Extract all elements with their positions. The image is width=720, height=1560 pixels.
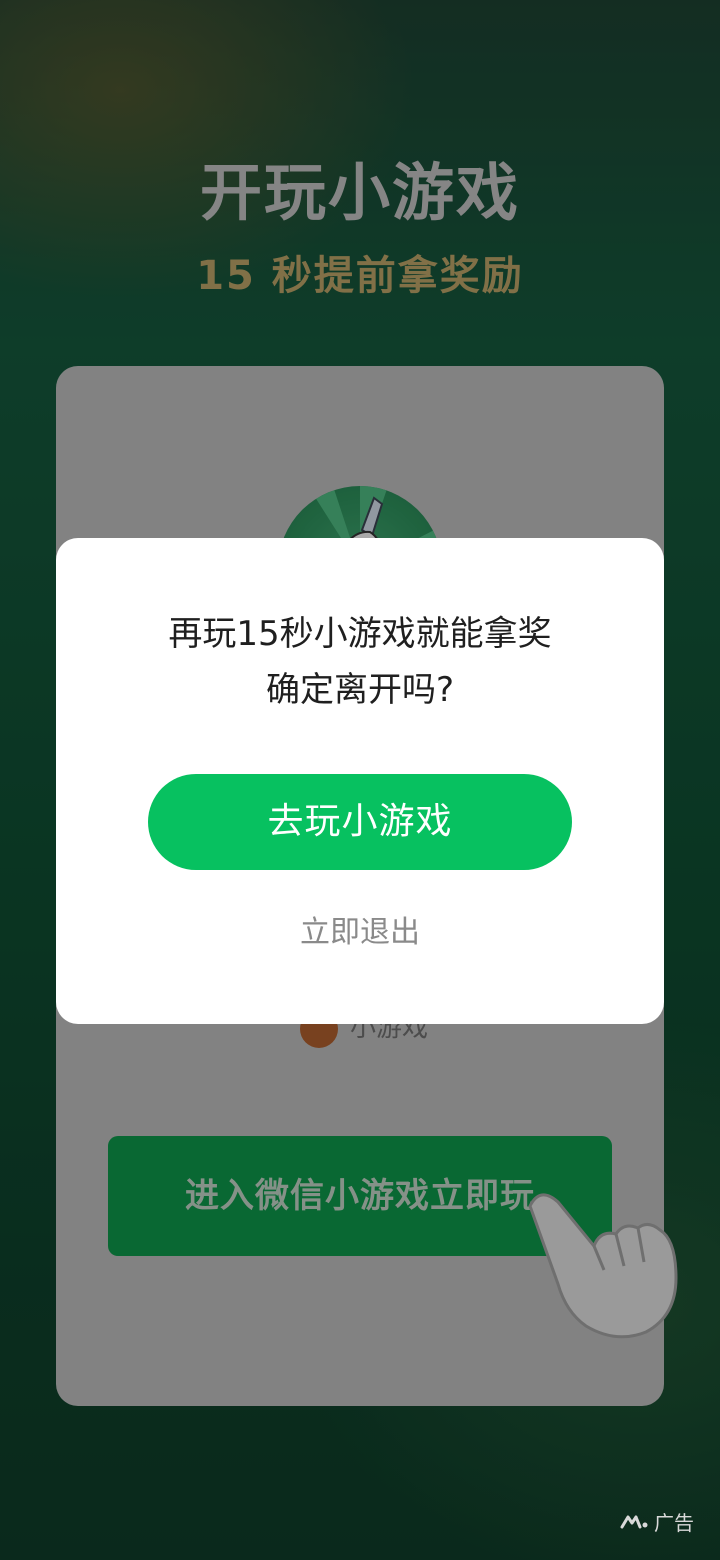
play-mini-game-button[interactable]: 去玩小游戏 <box>148 774 572 870</box>
leave-confirm-dialog: 再玩15秒小游戏就能拿奖 确定离开吗? 去玩小游戏 立即退出 <box>56 538 664 1024</box>
dialog-message-line-1: 再玩15秒小游戏就能拿奖 <box>168 614 552 654</box>
dialog-message-line-2: 确定离开吗? <box>265 670 455 710</box>
ad-badge: 广告 <box>620 1506 694 1536</box>
ad-label: 广告 <box>654 1510 694 1535</box>
ad-logo-icon <box>620 1515 648 1529</box>
dialog-message: 再玩15秒小游戏就能拿奖 确定离开吗? <box>56 606 664 718</box>
ad-screen: 开玩小游戏 15 秒提前拿奖励 小游戏 进入微信小游戏立即玩 再玩15秒小游戏就… <box>0 0 720 1560</box>
exit-now-button[interactable]: 立即退出 <box>56 908 664 958</box>
